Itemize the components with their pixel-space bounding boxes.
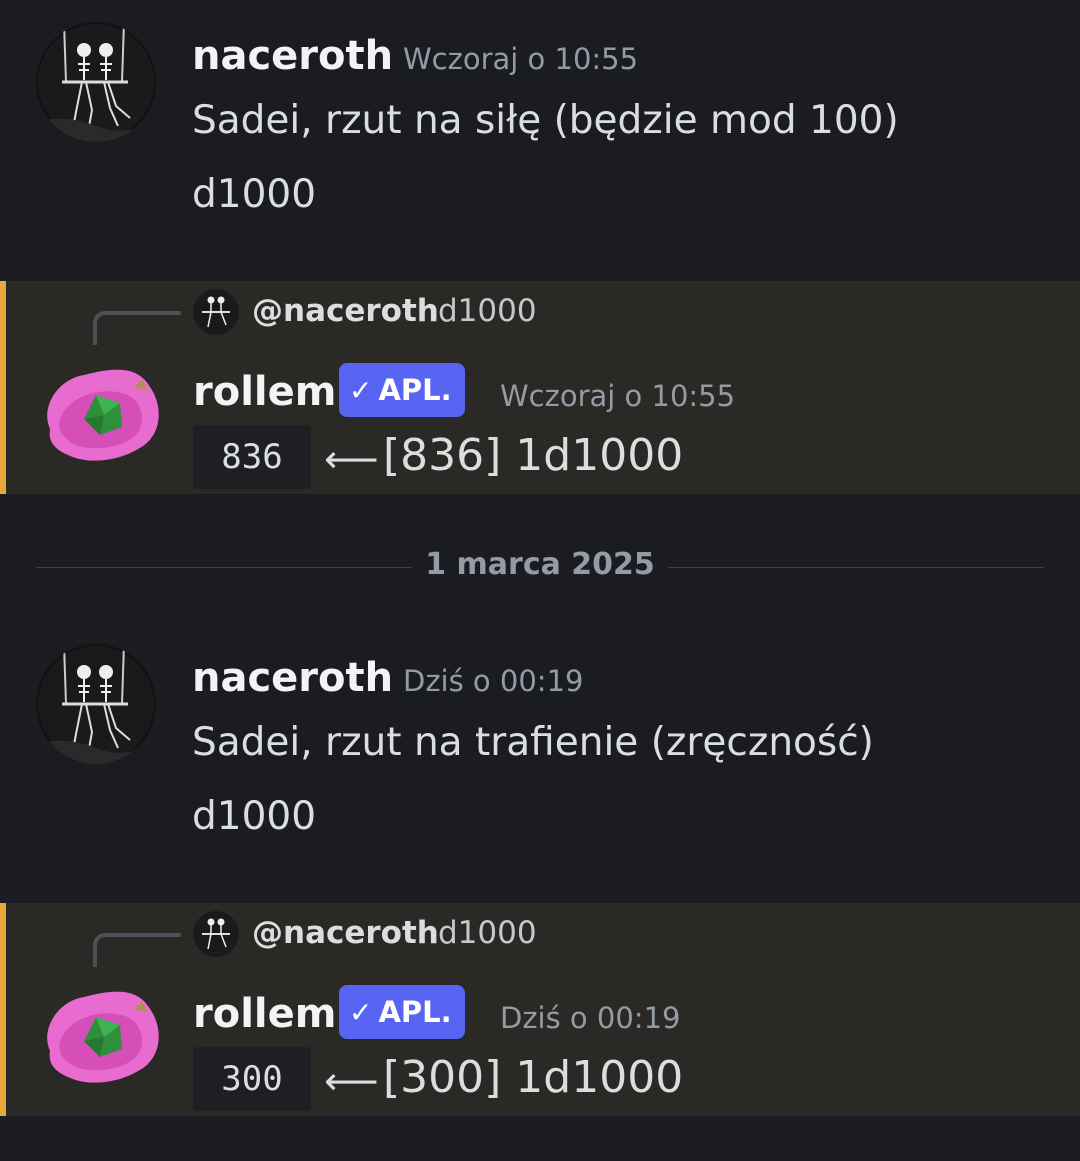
author-name[interactable]: rollem <box>193 991 336 1037</box>
message-text-line: d1000 <box>192 794 317 839</box>
message-timestamp: Dziś o 00:19 <box>500 1001 681 1035</box>
naceroth-avatar[interactable] <box>36 644 156 764</box>
checkmark-icon: ✓ <box>349 995 373 1029</box>
message-naceroth-2: naceroth Dziś o 00:19 Sadei, rzut na tra… <box>0 622 1080 902</box>
message-text-line: Sadei, rzut na trafienie (zręczność) <box>192 720 874 765</box>
date-divider-line-right <box>668 567 1044 568</box>
roll-result-text: [300] 1d1000 <box>383 1052 684 1103</box>
reply-preview-text[interactable]: d1000 <box>438 915 537 951</box>
message-text-line: Sadei, rzut na siłę (będzie mod 100) <box>192 98 899 143</box>
app-badge-label: APL. <box>378 995 452 1029</box>
chat-messages: naceroth Wczoraj o 10:55 Sadei, rzut na … <box>0 0 1080 1161</box>
date-divider-line-left <box>36 567 412 568</box>
author-name[interactable]: naceroth <box>192 33 393 79</box>
author-name[interactable]: naceroth <box>192 655 393 701</box>
app-badge: ✓ APL. <box>339 363 465 417</box>
roll-total-code: 300 <box>193 1047 311 1111</box>
message-timestamp: Wczoraj o 10:55 <box>500 379 736 413</box>
rollem-avatar[interactable] <box>38 357 168 467</box>
message-rollem-2: @naceroth d1000 rollem ✓ APL. Dziś o 00:… <box>0 903 1080 1116</box>
author-name[interactable]: rollem <box>193 369 336 415</box>
roll-arrow: ⟵ <box>324 437 379 481</box>
message-timestamp: Dziś o 00:19 <box>403 664 584 698</box>
reply-avatar-naceroth[interactable] <box>193 911 239 957</box>
reply-avatar-naceroth[interactable] <box>193 289 239 335</box>
reply-connector <box>93 311 181 345</box>
reply-connector <box>93 933 181 967</box>
message-text-line: d1000 <box>192 172 317 217</box>
date-divider-label: 1 marca 2025 <box>425 547 655 582</box>
message-timestamp: Wczoraj o 10:55 <box>403 42 639 76</box>
checkmark-icon: ✓ <box>349 373 373 407</box>
naceroth-avatar[interactable] <box>36 22 156 142</box>
rollem-avatar[interactable] <box>38 979 168 1089</box>
message-naceroth-1: naceroth Wczoraj o 10:55 Sadei, rzut na … <box>0 0 1080 280</box>
app-badge-label: APL. <box>378 373 452 407</box>
message-rollem-1: @naceroth d1000 rollem ✓ APL. Wczoraj o … <box>0 281 1080 494</box>
reply-preview-text[interactable]: d1000 <box>438 293 537 329</box>
app-badge: ✓ APL. <box>339 985 465 1039</box>
reply-username[interactable]: @naceroth <box>252 915 439 951</box>
roll-arrow: ⟵ <box>324 1059 379 1103</box>
roll-result-text: [836] 1d1000 <box>383 430 684 481</box>
roll-total-code: 836 <box>193 425 311 489</box>
reply-username[interactable]: @naceroth <box>252 293 439 329</box>
